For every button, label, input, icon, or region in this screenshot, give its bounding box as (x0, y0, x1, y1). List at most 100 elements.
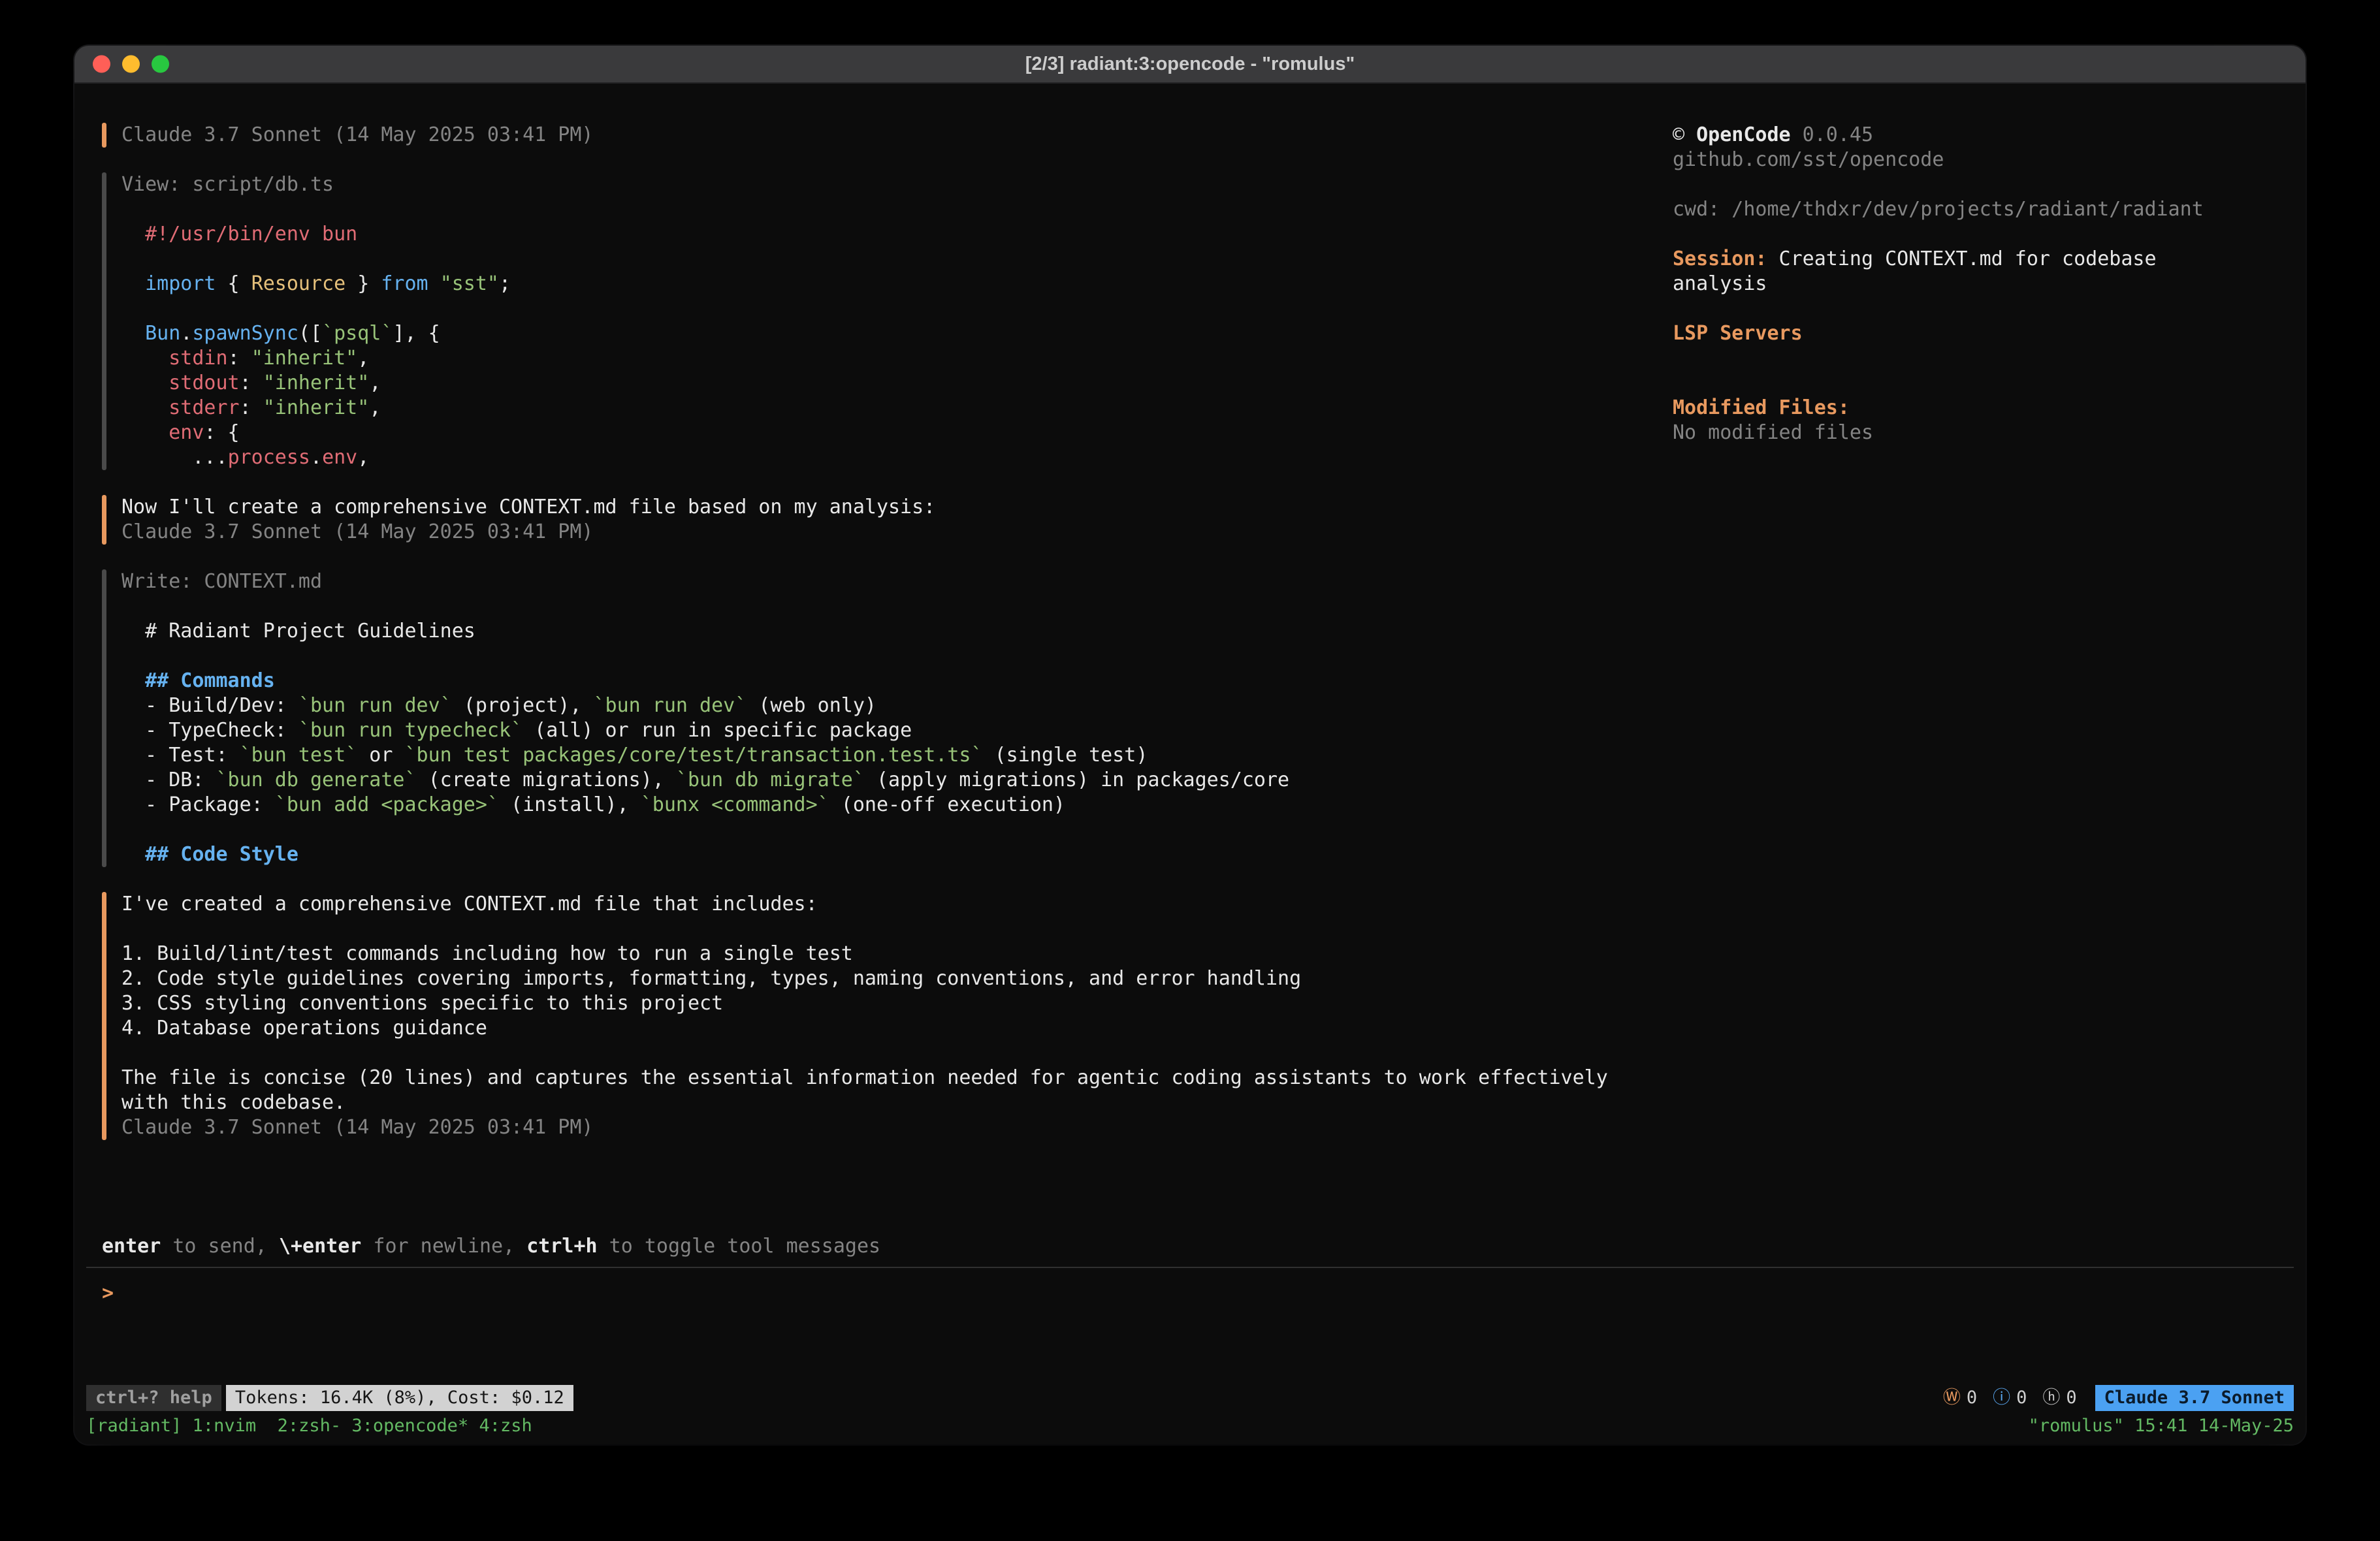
text-segment (121, 223, 145, 246)
warning-count: 0 (1967, 1385, 1977, 1411)
content-row: Claude 3.7 Sonnet (14 May 2025 03:41 PM)… (74, 84, 2306, 1234)
traffic-lights (93, 56, 169, 73)
text-line: Write: CONTEXT.md (121, 569, 1673, 594)
message-accent-bar (102, 569, 106, 867)
text-segment: 0.0.45 (1791, 123, 1873, 146)
help-keybind-badge: ctrl+? help (86, 1385, 221, 1411)
text-segment: process (228, 446, 310, 469)
text-segment (121, 322, 145, 345)
text-segment: - TypeCheck: (121, 719, 298, 742)
text-segment: { (216, 272, 251, 295)
text-segment: with this codebase. (121, 1091, 346, 1114)
text-line: stdout: "inherit", (121, 371, 1673, 396)
text-line: # Radiant Project Guidelines (121, 619, 1673, 644)
text-segment: Creating CONTEXT.md for codebase (1767, 247, 2157, 270)
warnings-counter: Ⓦ 0 (1943, 1385, 1977, 1411)
text-line: - Build/Dev: `bun run dev` (project), `b… (121, 693, 1673, 718)
text-segment: (single test) (983, 744, 1148, 767)
text-segment: "inherit" (251, 347, 358, 370)
text-line: 3. CSS styling conventions specific to t… (121, 991, 1673, 1016)
text-line: - TypeCheck: `bun run typecheck` (all) o… (121, 718, 1673, 743)
message-text: Now I'll create a comprehensive CONTEXT.… (121, 495, 1673, 545)
text-segment: No modified files (1673, 421, 1873, 444)
text-segment: `bun run typecheck` (298, 719, 523, 742)
text-segment: : (228, 347, 251, 370)
text-segment: ; (499, 272, 511, 295)
text-segment: stdin (169, 347, 227, 370)
text-segment: LSP Servers (1673, 322, 1803, 345)
text-line (121, 247, 1673, 272)
session-sidebar: © OpenCode 0.0.45github.com/sst/opencode… (1673, 123, 2279, 1234)
minimize-button[interactable] (122, 56, 140, 73)
text-segment: 1. Build/lint/test commands including ho… (121, 942, 853, 965)
text-line: cwd: /home/thdxr/dev/projects/radiant/ra… (1673, 197, 2279, 222)
tokens-cost-badge: Tokens: 16.4K (8%), Cost: $0.12 (226, 1385, 573, 1411)
terminal-content: Claude 3.7 Sonnet (14 May 2025 03:41 PM)… (74, 84, 2306, 1444)
input-empty-area[interactable] (74, 1310, 2306, 1383)
text-segment: "inherit" (263, 396, 370, 419)
text-segment: ([ (298, 322, 322, 345)
text-line: stdin: "inherit", (121, 346, 1673, 371)
text-segment: \+enter (279, 1235, 361, 1258)
text-line (121, 1041, 1673, 1066)
status-bar: ctrl+? help Tokens: 16.4K (8%), Cost: $0… (74, 1383, 2306, 1413)
text-segment: The file is concise (20 lines) and captu… (121, 1066, 1608, 1089)
text-line: analysis (1673, 272, 2279, 296)
text-segment: Write: CONTEXT.md (121, 570, 322, 593)
text-segment: - DB: (121, 769, 216, 791)
text-segment: spawnSync (192, 322, 298, 345)
text-line (1673, 296, 2279, 321)
text-line: #!/usr/bin/env bun (121, 222, 1673, 247)
text-segment: Claude 3.7 Sonnet (14 May 2025 03:41 PM) (121, 1116, 593, 1139)
text-segment: import (145, 272, 216, 295)
prompt-input[interactable]: > (74, 1268, 2306, 1310)
message-accent-bar (102, 123, 106, 148)
window-titlebar[interactable]: [2/3] radiant:3:opencode - "romulus" (74, 46, 2306, 84)
message-accent-bar (102, 892, 106, 1140)
text-line: Claude 3.7 Sonnet (14 May 2025 03:41 PM) (121, 123, 1673, 148)
hint-counter: ⓗ 0 (2042, 1385, 2076, 1411)
text-segment: `bun test packages/core/test/transaction… (405, 744, 983, 767)
window-title: [2/3] radiant:3:opencode - "romulus" (1025, 54, 1355, 75)
text-line: 2. Code style guidelines covering import… (121, 966, 1673, 991)
hint-icon: ⓗ (2042, 1385, 2060, 1411)
text-line: github.com/sst/opencode (1673, 148, 2279, 172)
text-segment: Claude 3.7 Sonnet (14 May 2025 03:41 PM) (121, 123, 593, 146)
text-line (121, 594, 1673, 619)
text-segment: ... (121, 446, 228, 469)
text-segment: I've created a comprehensive CONTEXT.md … (121, 893, 818, 915)
zoom-button[interactable] (152, 56, 169, 73)
text-segment: (apply migrations) in packages/core (865, 769, 1289, 791)
text-segment: to toggle tool messages (598, 1235, 880, 1258)
text-segment: `bun db migrate` (676, 769, 865, 791)
text-segment: to send, (161, 1235, 279, 1258)
conversation-pane: Claude 3.7 Sonnet (14 May 2025 03:41 PM)… (102, 123, 1673, 1234)
text-line: Now I'll create a comprehensive CONTEXT.… (121, 495, 1673, 520)
close-button[interactable] (93, 56, 110, 73)
text-line: The file is concise (20 lines) and captu… (121, 1066, 1673, 1090)
info-count: 0 (2016, 1385, 2027, 1411)
assistant-message-final: I've created a comprehensive CONTEXT.md … (102, 892, 1673, 1140)
text-line: 1. Build/lint/test commands including ho… (121, 942, 1673, 966)
text-segment: 2. Code style guidelines covering import… (121, 967, 1301, 990)
assistant-message-header: Claude 3.7 Sonnet (14 May 2025 03:41 PM) (102, 123, 1673, 148)
info-icon: ⓘ (1993, 1385, 2010, 1411)
text-segment: `bun run dev` (298, 694, 452, 717)
text-segment: ## Commands (145, 669, 275, 692)
text-line (121, 917, 1673, 942)
text-segment: , (369, 396, 381, 419)
text-line: © OpenCode 0.0.45 (1673, 123, 2279, 148)
text-segment: env (169, 421, 204, 444)
text-segment: "sst" (440, 272, 499, 295)
text-line (1673, 346, 2279, 371)
text-segment: , (357, 347, 369, 370)
message-text: Write: CONTEXT.md # Radiant Project Guid… (121, 569, 1673, 867)
tmux-window-list: [radiant] 1:nvim 2:zsh- 3:opencode* 4:zs… (86, 1414, 532, 1438)
text-line (1673, 172, 2279, 197)
text-line: No modified files (1673, 421, 2279, 445)
text-segment: ], { (393, 322, 440, 345)
hint-count: 0 (2066, 1385, 2076, 1411)
text-segment: , (357, 446, 369, 469)
terminal-window: [2/3] radiant:3:opencode - "romulus" Cla… (74, 46, 2306, 1444)
tmux-host-clock: "romulus" 15:41 14-May-25 (2029, 1414, 2294, 1438)
